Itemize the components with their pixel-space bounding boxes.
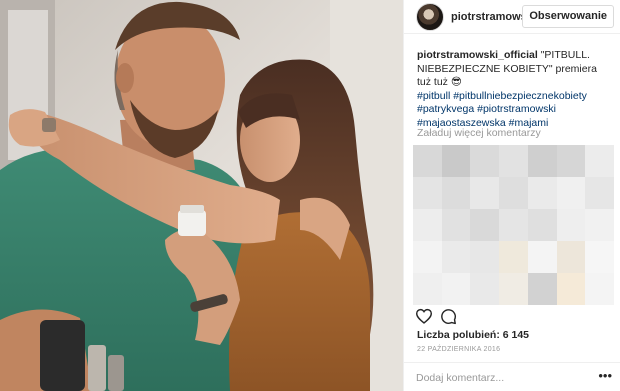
comment-input[interactable] [416,369,586,386]
avatar[interactable] [416,2,444,31]
hashtag-link[interactable]: #patrykvega [417,103,474,115]
post-actions [415,305,457,327]
comment-icon[interactable] [440,308,457,325]
post-date: 22 PAŹDZIERNIKA 2016 [417,346,501,353]
header-username[interactable]: piotrstramows [451,11,529,23]
hashtag-list: #pitbull #pitbullniebezpiecznekobiety #p… [417,90,613,131]
post-header: piotrstramows Obserwowanie [404,0,620,34]
post-caption: piotrstramowski_official "PITBULL. NIEBE… [417,49,613,130]
hashtag-link[interactable]: #pitbullniebezpiecznekobiety [453,90,587,102]
caption-username[interactable]: piotrstramowski_official [417,49,538,61]
follow-button[interactable]: Obserwowanie [522,5,614,28]
post-photo-image [0,0,403,391]
more-options-icon[interactable]: ••• [598,369,612,383]
hashtag-link[interactable]: #pitbull [417,90,450,102]
blurred-comments [413,145,614,305]
add-comment-bar: ••• [404,362,620,391]
instagram-post: piotrstramows Obserwowanie piotrstramows… [0,0,620,391]
load-more-comments-link[interactable]: Załaduj więcej komentarzy [417,127,541,139]
heart-icon[interactable] [415,308,433,324]
post-photo[interactable] [0,0,403,391]
hashtag-link[interactable]: #piotrstramowski [477,103,556,115]
likes-count[interactable]: Liczba polubień: 6 145 [417,329,529,341]
post-sidebar: piotrstramows Obserwowanie piotrstramows… [403,0,620,391]
